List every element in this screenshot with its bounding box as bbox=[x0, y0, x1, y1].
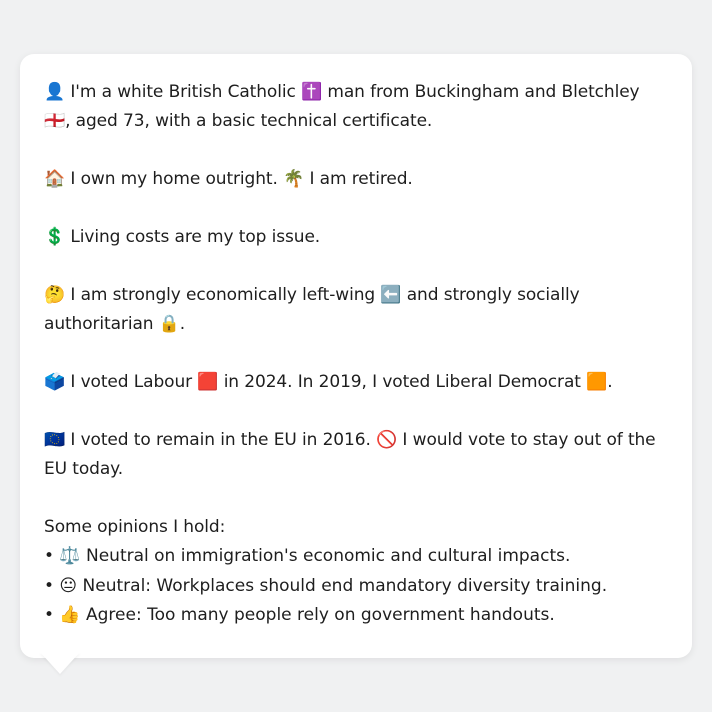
persona-intro: 👤 I'm a white British Catholic ✝️ man fr… bbox=[44, 82, 640, 131]
bubble-tail bbox=[40, 652, 80, 674]
opinion-item: • 😐 Neutral: Workplaces should end manda… bbox=[44, 575, 608, 596]
persona-housing: 🏠 I own my home outright. 🌴 I am retired… bbox=[44, 169, 413, 189]
persona-top-issue: 💲 Living costs are my top issue. bbox=[44, 227, 321, 247]
opinion-item: • ⚖️ Neutral on immigration's economic a… bbox=[44, 546, 571, 566]
opinion-item: • 👍 Agree: Too many people rely on gover… bbox=[44, 605, 555, 625]
persona-ideology: 🤔 I am strongly economically left-wing ⬅… bbox=[44, 285, 580, 334]
persona-votes: 🗳️ I voted Labour 🟥 in 2024. In 2019, I … bbox=[44, 372, 613, 392]
opinions-list: • ⚖️ Neutral on immigration's economic a… bbox=[44, 542, 668, 631]
persona-message-bubble: 👤 I'm a white British Catholic ✝️ man fr… bbox=[20, 54, 692, 658]
opinions-section: Some opinions I hold: • ⚖️ Neutral on im… bbox=[44, 513, 668, 631]
opinions-heading: Some opinions I hold: bbox=[44, 517, 226, 537]
persona-brexit: 🇪🇺 I voted to remain in the EU in 2016. … bbox=[44, 430, 656, 479]
